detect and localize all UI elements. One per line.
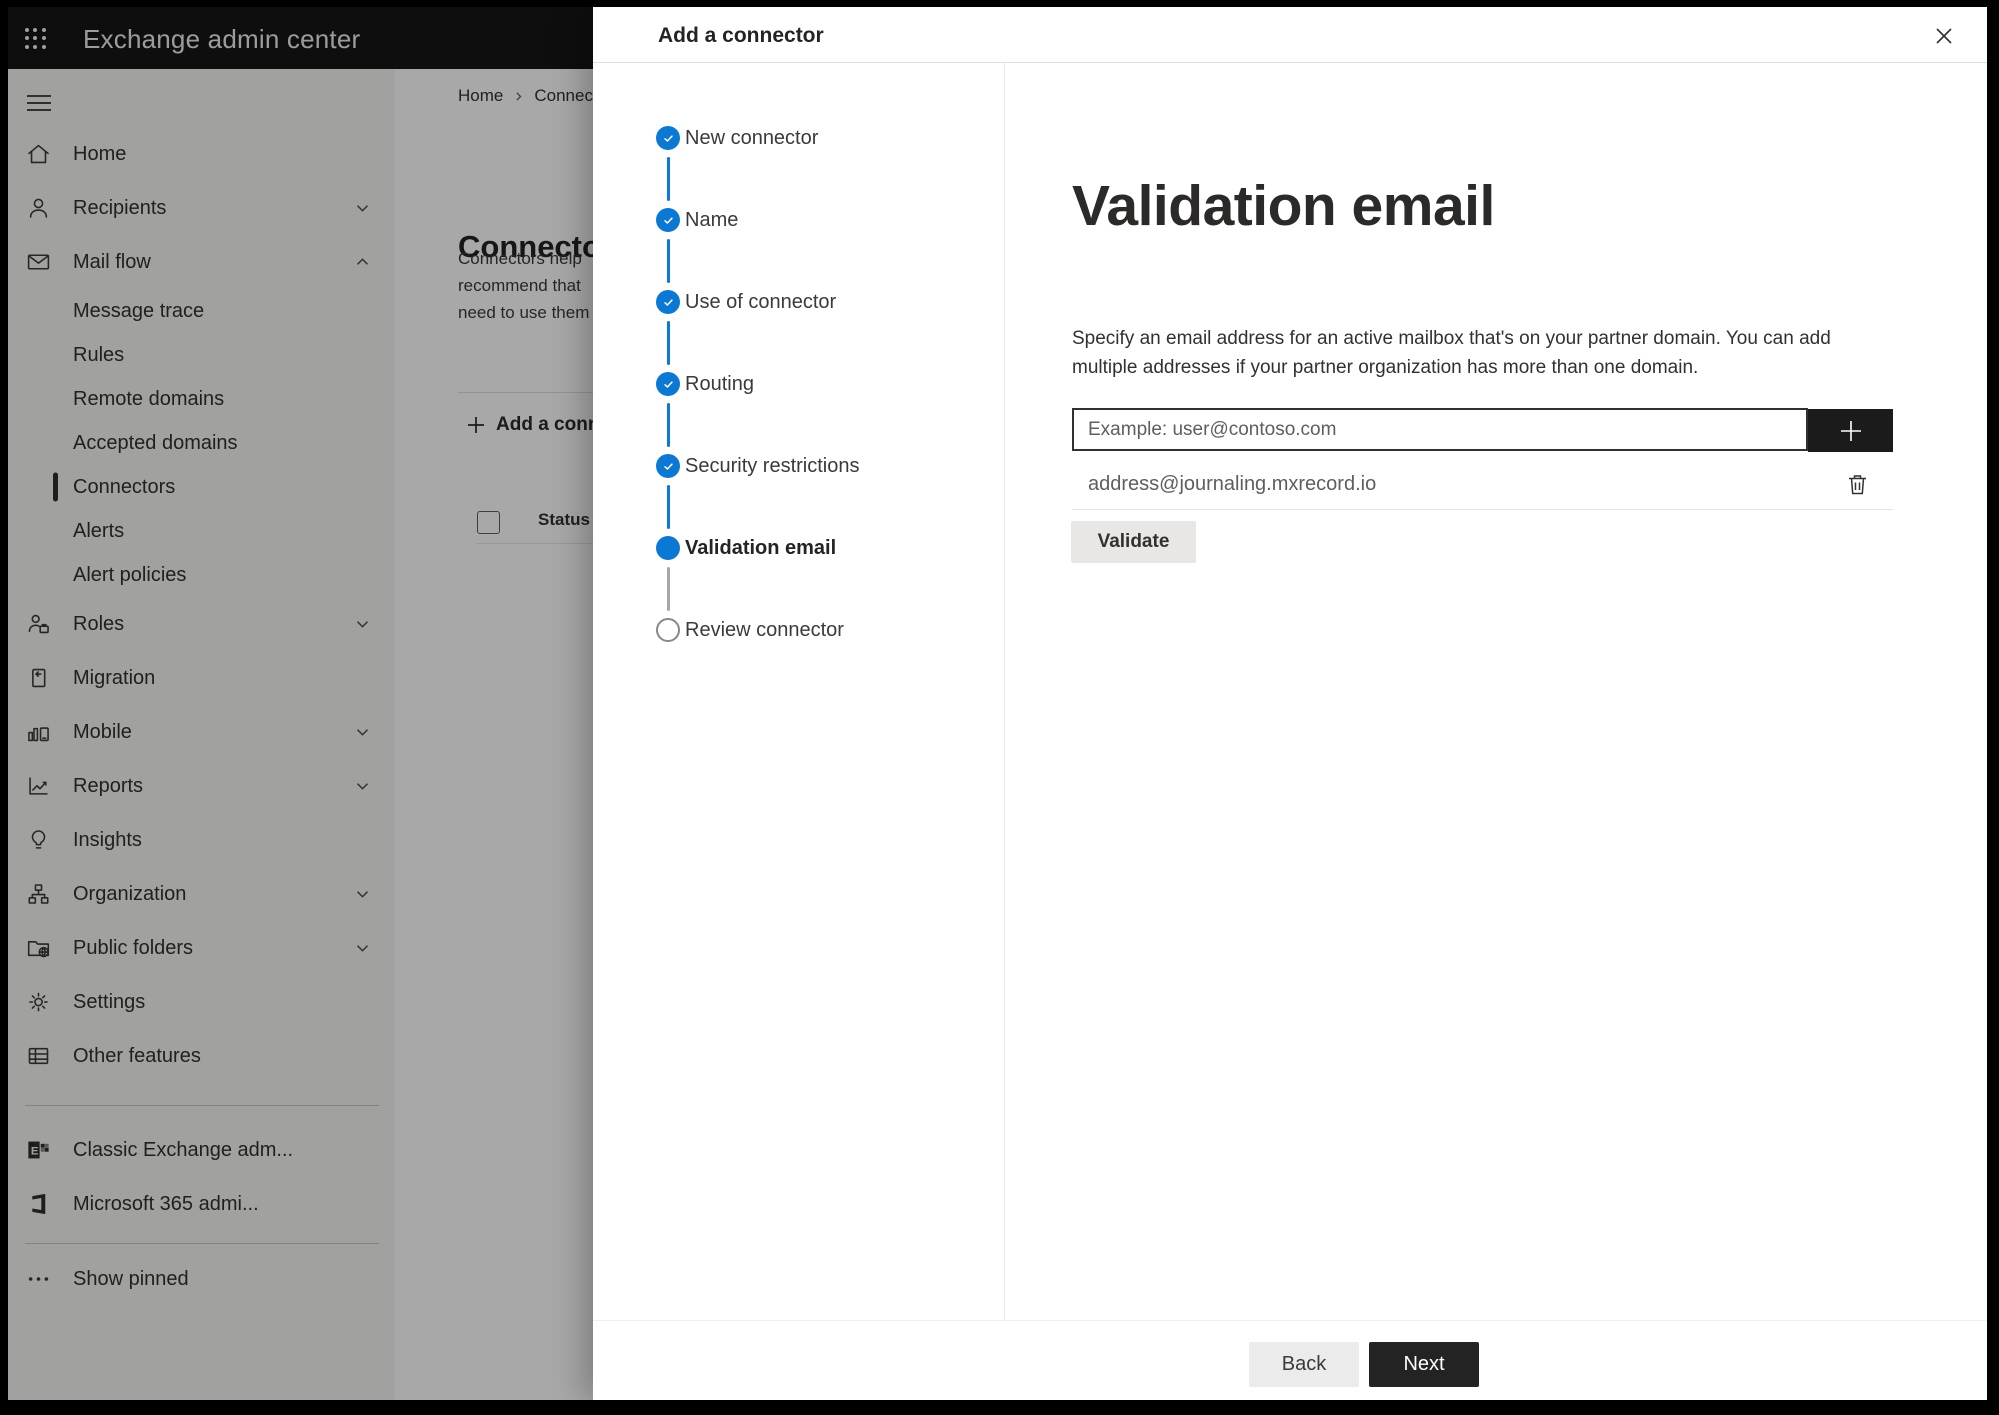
- wizard-step-use-of-connector[interactable]: Use of connector: [593, 261, 1004, 343]
- validation-email-input[interactable]: [1072, 408, 1808, 451]
- wizard-step-security-restrictions[interactable]: Security restrictions: [593, 425, 1004, 507]
- wizard-step-name[interactable]: Name: [593, 179, 1004, 261]
- step-current-icon: [656, 536, 680, 560]
- add-email-button[interactable]: [1808, 409, 1893, 452]
- step-description: Specify an email address for an active m…: [1072, 324, 1831, 382]
- panel-title: Add a connector: [658, 24, 824, 47]
- footer-divider: [593, 1320, 1987, 1321]
- step-check-icon: [656, 372, 680, 396]
- step-label: Validation email: [685, 536, 837, 559]
- plus-icon: [1840, 420, 1861, 441]
- steps-divider: [1004, 63, 1005, 1320]
- step-label: Security restrictions: [685, 454, 860, 477]
- step-heading: Validation email: [1072, 174, 1495, 238]
- delete-email-button[interactable]: [1842, 469, 1872, 499]
- step-check-icon: [656, 126, 680, 150]
- wizard-steps: New connector Name Use of connector Routing…: [593, 62, 1004, 1320]
- step-check-icon: [656, 290, 680, 314]
- exchange-admin-app: Exchange admin center Home Recipients Mail…: [8, 7, 1987, 1400]
- close-icon: [1936, 28, 1952, 44]
- back-button[interactable]: Back: [1249, 1342, 1359, 1387]
- added-email-row: address@journaling.mxrecord.io: [1072, 459, 1893, 510]
- added-email-address: address@journaling.mxrecord.io: [1088, 472, 1377, 495]
- validate-button[interactable]: Validate: [1071, 521, 1196, 563]
- step-todo-icon: [656, 618, 680, 642]
- wizard-step-review-connector[interactable]: Review connector: [593, 589, 1004, 671]
- email-input-row: [1072, 408, 1893, 452]
- trash-icon: [1848, 474, 1866, 494]
- close-button[interactable]: [1923, 15, 1965, 57]
- step-label: Routing: [685, 372, 754, 395]
- screen-frame: Exchange admin center Home Recipients Mail…: [0, 0, 1999, 1415]
- wizard-step-routing[interactable]: Routing: [593, 343, 1004, 425]
- text-line: multiple addresses if your partner organ…: [1072, 357, 1699, 378]
- add-connector-panel: Add a connector New connector Name Use of …: [593, 7, 1987, 1400]
- step-label: New connector: [685, 126, 819, 149]
- wizard-step-new-connector[interactable]: New connector: [593, 97, 1004, 179]
- step-check-icon: [656, 208, 680, 232]
- step-label: Review connector: [685, 618, 844, 641]
- step-label: Name: [685, 208, 739, 231]
- step-label: Use of connector: [685, 290, 837, 313]
- text-line: Specify an email address for an active m…: [1072, 328, 1831, 349]
- wizard-step-validation-email[interactable]: Validation email: [593, 507, 1004, 589]
- step-check-icon: [656, 454, 680, 478]
- next-button[interactable]: Next: [1369, 1342, 1479, 1387]
